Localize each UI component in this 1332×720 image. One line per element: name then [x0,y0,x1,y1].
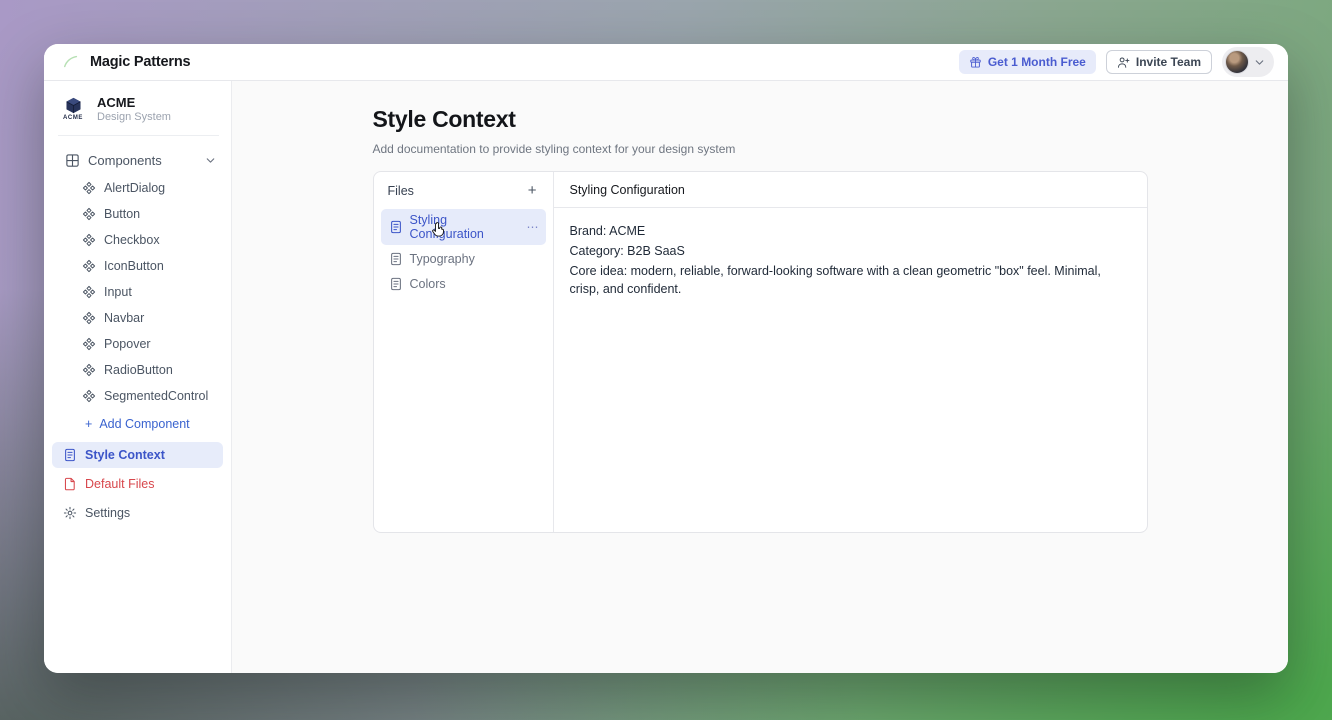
component-label: RadioButton [104,363,173,377]
main-content: Style Context Add documentation to provi… [232,81,1288,673]
component-label: IconButton [104,259,164,273]
app-window: Magic Patterns Get 1 Month Free Invite T… [44,44,1288,673]
content-line: Category: B2B SaaS [570,242,1131,260]
component-icon [82,337,96,351]
components-grid-icon [65,153,80,168]
chevron-down-icon [1253,56,1266,69]
invite-button-label: Invite Team [1136,55,1201,69]
sidebar-component-radiobutton[interactable]: RadioButton [44,357,231,383]
sidebar: ACME ACME Design System Components Alert… [44,81,232,673]
component-icon [82,363,96,377]
promo-button-label: Get 1 Month Free [988,55,1086,69]
style-context-panel: Files + Styling Configuration ⋯ [373,171,1148,533]
component-icon [82,311,96,325]
file-content-header: Styling Configuration [554,172,1147,208]
content-line: Brand: ACME [570,222,1131,240]
document-icon [389,252,403,266]
desktop-background: { "topbar": { "logo_text": "Magic Patter… [0,0,1332,720]
sidebar-component-popover[interactable]: Popover [44,331,231,357]
acme-cube-icon [64,97,83,114]
sidebar-component-button[interactable]: Button [44,201,231,227]
file-item-typography[interactable]: Typography [381,248,546,270]
sidebar-component-iconbutton[interactable]: IconButton [44,253,231,279]
sidebar-item-default-files[interactable]: Default Files [52,471,223,497]
acme-logo-badge: ACME [58,97,88,121]
file-item-styling-configuration[interactable]: Styling Configuration ⋯ [381,209,546,245]
page-subtitle: Add documentation to provide styling con… [373,142,1148,156]
default-files-label: Default Files [85,477,154,491]
file-more-button[interactable]: ⋯ [527,220,540,234]
sidebar-section-components[interactable]: Components [44,146,231,175]
component-icon [82,389,96,403]
document-icon [389,277,403,291]
add-file-button[interactable]: + [526,183,539,198]
sidebar-component-checkbox[interactable]: Checkbox [44,227,231,253]
add-component-label: Add Component [99,417,189,431]
files-title: Files [388,184,414,198]
top-bar: Magic Patterns Get 1 Month Free Invite T… [44,44,1288,81]
component-icon [82,181,96,195]
gear-icon [63,506,77,520]
component-label: Popover [104,337,151,351]
person-plus-icon [1117,56,1130,69]
component-label: Button [104,207,140,221]
sidebar-component-navbar[interactable]: Navbar [44,305,231,331]
component-label: Checkbox [104,233,160,247]
workspace-name: ACME [97,95,171,110]
files-column: Files + Styling Configuration ⋯ [374,172,554,532]
sidebar-item-style-context[interactable]: Style Context [52,442,223,468]
content-line: Core idea: modern, reliable, forward-loo… [570,262,1131,298]
component-icon [82,233,96,247]
workspace-subtitle: Design System [97,111,171,123]
components-list: AlertDialog Button Checkbox IconButton I… [44,175,231,409]
magic-patterns-logo-icon [60,53,82,71]
style-context-label: Style Context [85,448,165,462]
acme-badge-text: ACME [63,115,83,121]
file-label: Colors [410,277,446,291]
topbar-actions: Get 1 Month Free Invite Team [959,47,1274,77]
files-header: Files + [374,172,553,207]
file-item-colors[interactable]: Colors [381,273,546,295]
settings-label: Settings [85,506,130,520]
sidebar-component-alertdialog[interactable]: AlertDialog [44,175,231,201]
document-icon [389,220,403,234]
workspace-switcher[interactable]: ACME ACME Design System [44,91,231,133]
component-icon [82,207,96,221]
component-label: SegmentedControl [104,389,208,403]
component-label: Input [104,285,132,299]
get-month-free-button[interactable]: Get 1 Month Free [959,50,1096,74]
add-component-button[interactable]: + Add Component [44,409,231,439]
file-content-body[interactable]: Brand: ACME Category: B2B SaaS Core idea… [554,208,1147,315]
component-label: AlertDialog [104,181,165,195]
document-icon [63,448,77,462]
chevron-down-icon [204,154,217,167]
sidebar-component-input[interactable]: Input [44,279,231,305]
files-list: Styling Configuration ⋯ Typography Color… [374,207,553,300]
account-menu[interactable] [1222,47,1274,77]
plus-icon: + [85,417,92,431]
logo-text: Magic Patterns [90,54,190,70]
file-label: Typography [410,252,475,266]
avatar [1225,50,1249,74]
sidebar-item-settings[interactable]: Settings [52,500,223,526]
component-label: Navbar [104,311,144,325]
invite-team-button[interactable]: Invite Team [1106,50,1212,74]
file-content-column: Styling Configuration Brand: ACME Catego… [554,172,1147,532]
sidebar-component-segmentedcontrol[interactable]: SegmentedControl [44,383,231,409]
component-icon [82,285,96,299]
sidebar-divider [58,135,219,136]
component-icon [82,259,96,273]
page-title: Style Context [373,106,1148,133]
file-label: Styling Configuration [410,213,513,241]
components-label: Components [88,153,162,168]
file-icon [63,477,77,491]
magic-patterns-logo[interactable]: Magic Patterns [60,53,190,71]
gift-icon [969,56,982,69]
